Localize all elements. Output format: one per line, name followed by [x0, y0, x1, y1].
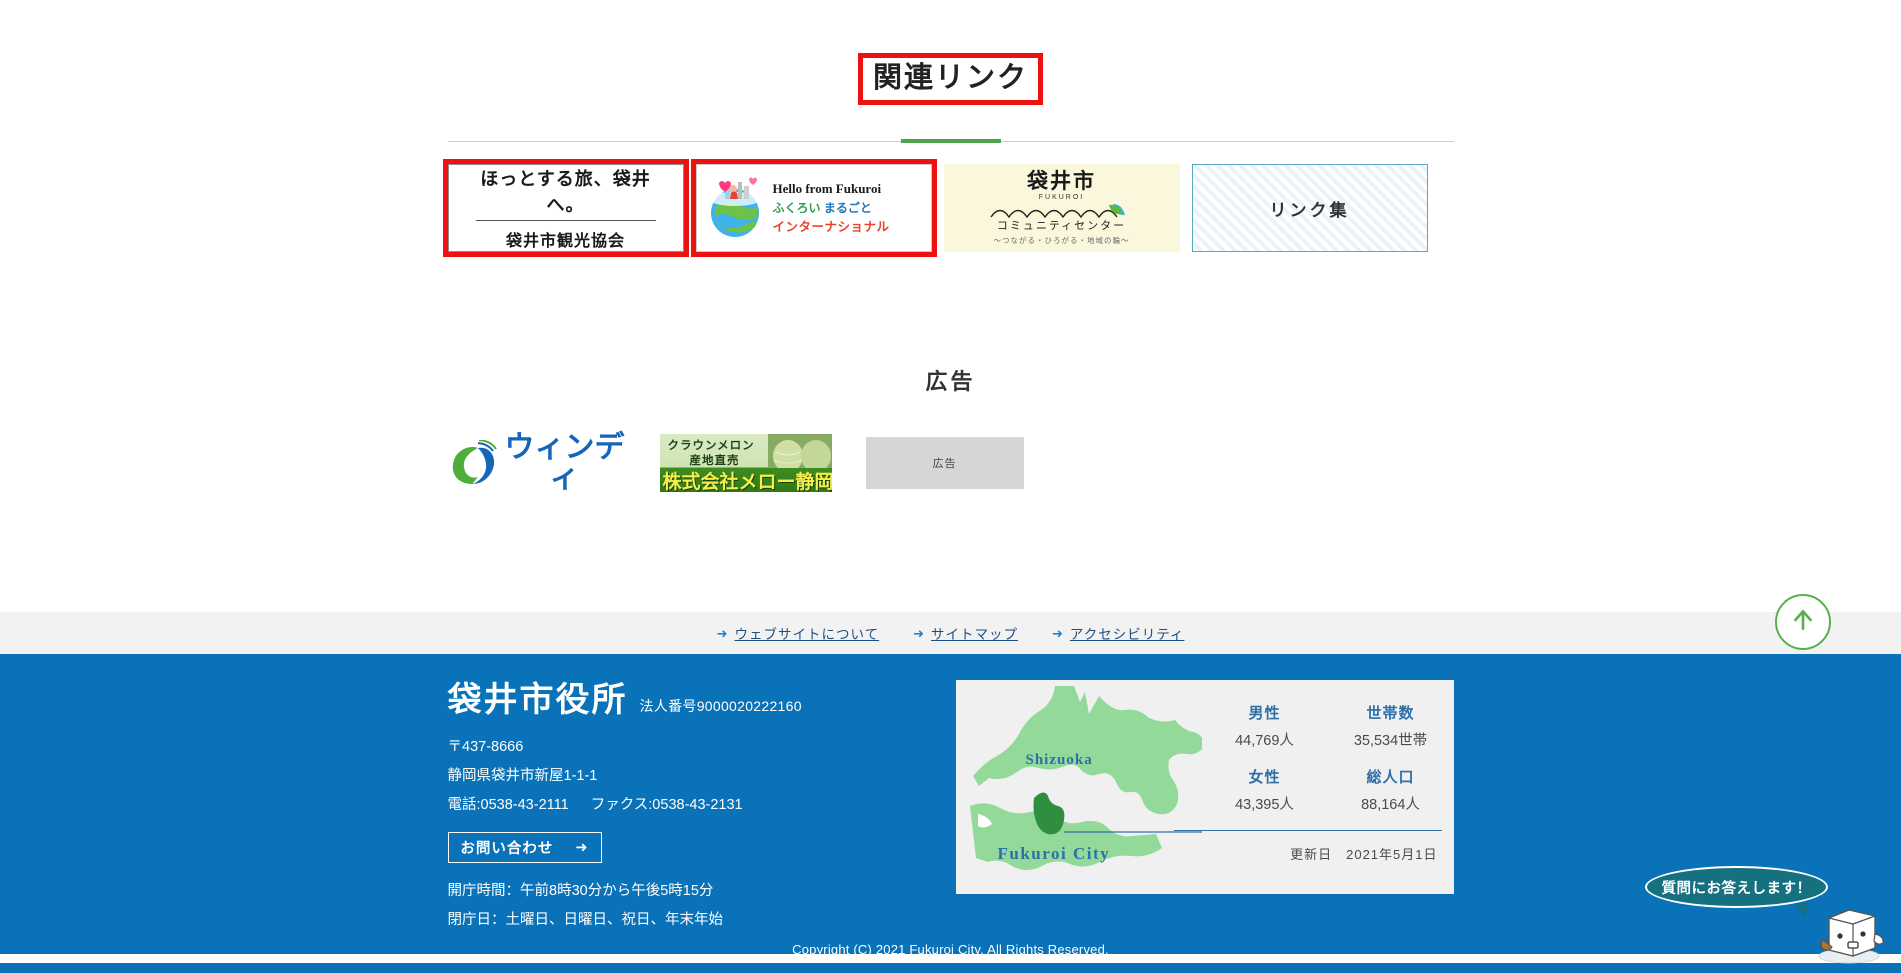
shizuoka-map-icon: Shizuoka Fukuroi City	[956, 680, 1205, 894]
ad-mellow-shizuoka[interactable]: クラウンメロン 産地直売 株式会社メロー静岡	[659, 434, 832, 493]
stat-value: 44,769人	[1235, 733, 1294, 749]
chat-widget[interactable]: 質問にお答えします！	[1645, 862, 1895, 970]
footer-hours-block: 開庁時間：午前8時30分から午後5時15分 閉庁日：土曜日、日曜日、祝日、年末年…	[448, 877, 918, 934]
banner-cc-tagline: 〜つながる・ひろがる・地域の輪〜	[993, 235, 1130, 245]
footer-corporate-number: 法人番号9000020222160	[639, 698, 802, 714]
copyright-text: Copyright (C) 2021 Fukuroi City. All Rig…	[792, 942, 1109, 957]
arch-decoration-icon	[987, 202, 1137, 219]
stat-label: 世帯数	[1366, 705, 1415, 722]
footer-inner: 袋井市役所 法人番号9000020222160 〒437-8666 静岡県袋井市…	[447, 654, 1454, 954]
arrow-right-icon: ➜	[913, 625, 924, 641]
utility-link-accessibility[interactable]: ➜ アクセシビリティ	[1052, 623, 1184, 643]
ad-melon-line3: 株式会社メロー静岡	[662, 472, 832, 493]
footer-fax: ファクス:0538-43-2131	[590, 797, 743, 814]
banner-link-collection[interactable]: リンク集	[1191, 164, 1428, 253]
ad-placeholder-label: 広告	[932, 458, 957, 471]
utility-link-about-website[interactable]: ➜ ウェブサイトについて	[717, 623, 880, 643]
contact-button[interactable]: お問い合わせ ➜	[447, 832, 602, 864]
stat-households: 世帯数 35,534世帯	[1328, 702, 1454, 750]
advertisement-row: ウィンディ クラウンメロン 産地直売 株式会社メロー静岡 広告	[448, 433, 1454, 493]
banner-cc-title: 袋井市	[1027, 169, 1096, 193]
footer-contact-block: 袋井市役所 法人番号9000020222160 〒437-8666 静岡県袋井市…	[447, 654, 918, 954]
footer-org-name: 袋井市役所	[447, 681, 628, 719]
cube-mascot-icon[interactable]	[1813, 898, 1885, 964]
utility-link-label: ウェブサイトについて	[734, 627, 880, 642]
advertisement-title: 広告	[925, 369, 976, 395]
footer-tel: 電話:0538-43-2111	[447, 797, 569, 814]
back-to-top-button[interactable]	[1775, 594, 1831, 650]
banner-link-collection-label: リンク集	[1269, 200, 1350, 220]
utility-link-bar: ➜ ウェブサイトについて ➜ サイトマップ ➜ アクセシビリティ	[0, 612, 1901, 654]
footer-closed-days: 閉庁日：土曜日、日曜日、祝日、年末年始	[447, 911, 724, 928]
stat-label: 男性	[1248, 705, 1281, 722]
stat-value: 88,164人	[1361, 797, 1420, 813]
stat-female: 女性 43,395人	[1202, 766, 1328, 814]
ad-placeholder[interactable]: 広告	[865, 437, 1024, 490]
banner-cc-sub: コミュニティセンター	[996, 219, 1127, 232]
population-stats-grid: 男性 44,769人 世帯数 35,534世帯 女性 43,395人 総人口 8…	[1202, 702, 1454, 814]
banner-tourism-line1: ほっとする旅、袋井へ。	[475, 165, 656, 222]
globe-icon	[705, 177, 767, 239]
map-label-fukuroi: Fukuroi City	[997, 844, 1111, 863]
footer-bottom-strip	[0, 963, 1901, 973]
footer-address-block: 〒437-8666 静岡県袋井市新屋1-1-1 電話:0538-43-2111 …	[448, 733, 918, 820]
related-banner-row: ほっとする旅、袋井へ。 袋井市観光協会 Hello from Fukuroi ふ…	[442, 159, 1454, 258]
ad-windy-label: ウィンディ	[504, 431, 625, 495]
advertisement-section: 広告 ウィンディ クラウンメロン 産地直売 株式会社メロー静岡 広告	[0, 364, 1901, 493]
footer-org-row: 袋井市役所 法人番号9000020222160	[447, 681, 918, 719]
banner-hello-line1: Hello from Fukuroi	[772, 181, 882, 197]
page-title: 関連リンク	[857, 53, 1044, 106]
chat-bubble-text[interactable]: 質問にお答えします！	[1645, 866, 1828, 919]
arrow-right-icon: ➜	[575, 839, 589, 856]
stats-divider	[1173, 830, 1442, 831]
ad-melon-line1: クラウンメロン	[667, 440, 755, 453]
banner-hello-text: Hello from Fukuroi ふくろい まるごと インターナショナル	[773, 180, 890, 237]
arrow-right-icon: ➜	[1052, 625, 1063, 641]
stat-male: 男性 44,769人	[1202, 702, 1328, 750]
stat-value: 35,534世帯	[1353, 733, 1428, 749]
windy-swirl-icon	[448, 439, 498, 486]
stat-label: 総人口	[1366, 769, 1415, 786]
arrow-right-icon: ➜	[716, 625, 728, 641]
related-links-section: 関連リンク ほっとする旅、袋井へ。 袋井市観光協会 Hello from Fuk…	[0, 0, 1901, 258]
contact-button-label: お問い合わせ	[460, 841, 554, 858]
footer-tel-fax: 電話:0538-43-2111 ファクス:0538-43-2131	[448, 791, 918, 820]
utility-link-label: アクセシビリティ	[1069, 627, 1185, 642]
title-divider	[447, 141, 1454, 143]
banner-hello-line3: インターナショナル	[772, 219, 890, 234]
melon-photo	[767, 434, 832, 469]
footer-postal-code: 〒437-8666	[447, 739, 524, 756]
ad-windy[interactable]: ウィンディ	[448, 433, 626, 493]
stat-total-population: 総人口 88,164人	[1328, 766, 1454, 814]
banner-tourism-line2: 袋井市観光協会	[505, 233, 625, 251]
stats-updated-date: 更新日 2021年5月1日	[1290, 847, 1438, 862]
footer-address: 静岡県袋井市新屋1-1-1	[447, 768, 598, 785]
page-root: 関連リンク ほっとする旅、袋井へ。 袋井市観光協会 Hello from Fuk…	[0, 0, 1901, 973]
banner-cc-roman: FUKUROI	[1038, 193, 1085, 201]
map-label-shizuoka: Shizuoka	[1025, 752, 1093, 768]
population-stats: 男性 44,769人 世帯数 35,534世帯 女性 43,395人 総人口 8…	[1173, 680, 1454, 894]
stat-label: 女性	[1248, 769, 1281, 786]
site-footer: 袋井市役所 法人番号9000020222160 〒437-8666 静岡県袋井市…	[0, 654, 1901, 954]
banner-community-center[interactable]: 袋井市 FUKUROI コミュニティセンター 〜つながる・ひろがる・地域の輪〜	[943, 164, 1180, 253]
arrow-up-icon	[1790, 607, 1816, 638]
banner-hello-line2: ふくろい まるごと	[772, 200, 872, 215]
utility-link-sitemap[interactable]: ➜ サイトマップ	[913, 623, 1018, 643]
banner-hello-from-fukuroi[interactable]: Hello from Fukuroi ふくろい まるごと インターナショナル	[690, 159, 937, 258]
utility-link-label: サイトマップ	[931, 627, 1018, 642]
footer-office-hours: 開庁時間：午前8時30分から午後5時15分	[447, 883, 714, 900]
banner-tourism-association[interactable]: ほっとする旅、袋井へ。 袋井市観光協会	[442, 159, 689, 258]
section-title-wrap: 関連リンク	[857, 34, 1044, 124]
ad-melon-line2: 産地直売	[689, 455, 740, 468]
stat-value: 43,395人	[1235, 797, 1294, 813]
footer-stats-panel: Shizuoka Fukuroi City 男性 44,769人 世帯数 35,…	[955, 680, 1454, 894]
